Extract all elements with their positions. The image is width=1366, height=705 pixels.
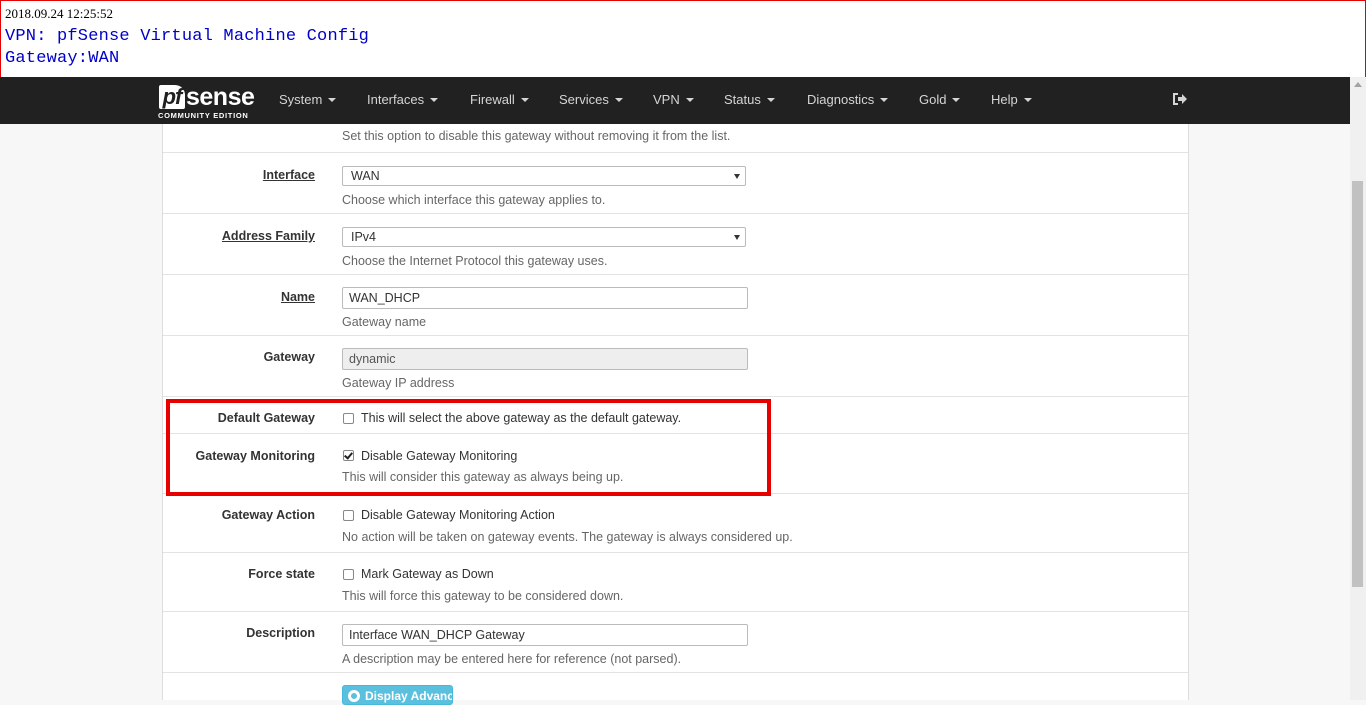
form-row-gateway-action: Gateway Action Disable Gateway Monitorin… bbox=[163, 494, 1188, 553]
annotation-subtitle: Gateway:WAN bbox=[5, 49, 120, 68]
timestamp: 2018.09.24 12:25:52 bbox=[5, 6, 113, 21]
caret-down-icon bbox=[880, 97, 889, 102]
nav-label: Status bbox=[724, 92, 761, 107]
nav-system[interactable]: System bbox=[279, 92, 337, 107]
form-row-description: Description Interface WAN_DHCP Gateway A… bbox=[163, 612, 1188, 673]
page-scrollbar[interactable] bbox=[1350, 77, 1366, 700]
top-navbar: pf sense COMMUNITY EDITION System Interf… bbox=[0, 77, 1350, 124]
scroll-thumb[interactable] bbox=[1352, 181, 1363, 587]
address-family-select[interactable]: IPv4 bbox=[342, 227, 746, 247]
form-row-interface: Interface WAN Choose which interface thi… bbox=[163, 153, 1188, 214]
logo-pf: pf bbox=[159, 85, 185, 109]
logo-subtitle: COMMUNITY EDITION bbox=[158, 111, 249, 120]
nav-firewall[interactable]: Firewall bbox=[470, 92, 529, 107]
caret-down-icon bbox=[1023, 97, 1032, 102]
address-family-help-text: Choose the Internet Protocol this gatewa… bbox=[342, 254, 608, 268]
scroll-up-arrow-icon[interactable] bbox=[1354, 82, 1362, 87]
nav-gold[interactable]: Gold bbox=[919, 92, 961, 107]
name-input[interactable]: WAN_DHCP bbox=[342, 287, 748, 309]
chevron-down-icon bbox=[734, 174, 740, 179]
caret-down-icon bbox=[614, 97, 623, 102]
display-advanced-button[interactable]: Display Advanced bbox=[342, 685, 453, 705]
interface-select-value: WAN bbox=[351, 169, 380, 183]
gateway-action-label: Gateway Action bbox=[221, 508, 315, 522]
interface-help-text: Choose which interface this gateway appl… bbox=[342, 193, 606, 207]
caret-down-icon bbox=[952, 97, 961, 102]
nav-label: System bbox=[279, 92, 323, 107]
nav-interfaces[interactable]: Interfaces bbox=[367, 92, 439, 107]
caret-down-icon bbox=[685, 97, 694, 102]
force-state-help-text: This will force this gateway to be consi… bbox=[342, 589, 624, 603]
display-advanced-label: Display Advanced bbox=[365, 689, 453, 703]
description-label: Description bbox=[246, 626, 315, 640]
force-state-checkbox[interactable] bbox=[343, 569, 354, 580]
gateway-label: Gateway bbox=[263, 350, 315, 364]
force-state-label: Force state bbox=[248, 567, 315, 581]
chevron-down-icon bbox=[734, 235, 740, 240]
form-row-force-state: Force state Mark Gateway as Down This wi… bbox=[163, 553, 1188, 612]
annotation-title: VPN: pfSense Virtual Machine Config bbox=[5, 27, 370, 46]
caret-down-icon bbox=[430, 97, 439, 102]
interface-label: Interface bbox=[262, 168, 315, 182]
nav-label: VPN bbox=[653, 92, 680, 107]
address-family-label: Address Family bbox=[221, 229, 315, 243]
nav-label: Services bbox=[559, 92, 609, 107]
logo-sense: sense bbox=[186, 83, 255, 111]
gateway-action-checkbox-label[interactable]: Disable Gateway Monitoring Action bbox=[361, 508, 555, 522]
nav-label: Firewall bbox=[470, 92, 515, 107]
nav-diagnostics[interactable]: Diagnostics bbox=[807, 92, 889, 107]
annotation-banner: 2018.09.24 12:25:52 VPN: pfSense Virtual… bbox=[0, 0, 1366, 78]
name-help-text: Gateway name bbox=[342, 315, 427, 329]
disabled-help-text: Set this option to disable this gateway … bbox=[342, 129, 731, 143]
caret-down-icon bbox=[520, 97, 529, 102]
gear-icon bbox=[348, 690, 360, 702]
annotation-highlight-box bbox=[166, 399, 771, 496]
nav-status[interactable]: Status bbox=[724, 92, 775, 107]
interface-select[interactable]: WAN bbox=[342, 166, 746, 186]
pfsense-logo[interactable]: pf sense COMMUNITY EDITION bbox=[157, 83, 257, 120]
nav-label: Help bbox=[991, 92, 1018, 107]
force-state-checkbox-label[interactable]: Mark Gateway as Down bbox=[361, 567, 494, 581]
gateway-action-help-text: No action will be taken on gateway event… bbox=[342, 530, 793, 544]
nav-services[interactable]: Services bbox=[559, 92, 623, 107]
nav-label: Gold bbox=[919, 92, 947, 107]
nav-vpn[interactable]: VPN bbox=[653, 92, 694, 107]
nav-label: Diagnostics bbox=[807, 92, 875, 107]
name-label: Name bbox=[280, 290, 315, 304]
caret-down-icon bbox=[766, 97, 775, 102]
description-input[interactable]: Interface WAN_DHCP Gateway bbox=[342, 624, 748, 646]
form-row-name: Name WAN_DHCP Gateway name bbox=[163, 275, 1188, 336]
nav-help[interactable]: Help bbox=[991, 92, 1032, 107]
form-row-gateway: Gateway dynamic Gateway IP address bbox=[163, 336, 1188, 397]
caret-down-icon bbox=[328, 97, 337, 102]
sign-out-icon[interactable] bbox=[1172, 92, 1188, 106]
gateway-input: dynamic bbox=[342, 348, 748, 370]
gateway-help-text: Gateway IP address bbox=[342, 376, 455, 390]
form-row-address-family: Address Family IPv4 Choose the Internet … bbox=[163, 214, 1188, 275]
address-family-select-value: IPv4 bbox=[351, 230, 377, 244]
gateway-action-checkbox[interactable] bbox=[343, 510, 354, 521]
description-help-text: A description may be entered here for re… bbox=[342, 652, 682, 666]
form-row-disabled: Set this option to disable this gateway … bbox=[163, 124, 1188, 153]
nav-label: Interfaces bbox=[367, 92, 425, 107]
